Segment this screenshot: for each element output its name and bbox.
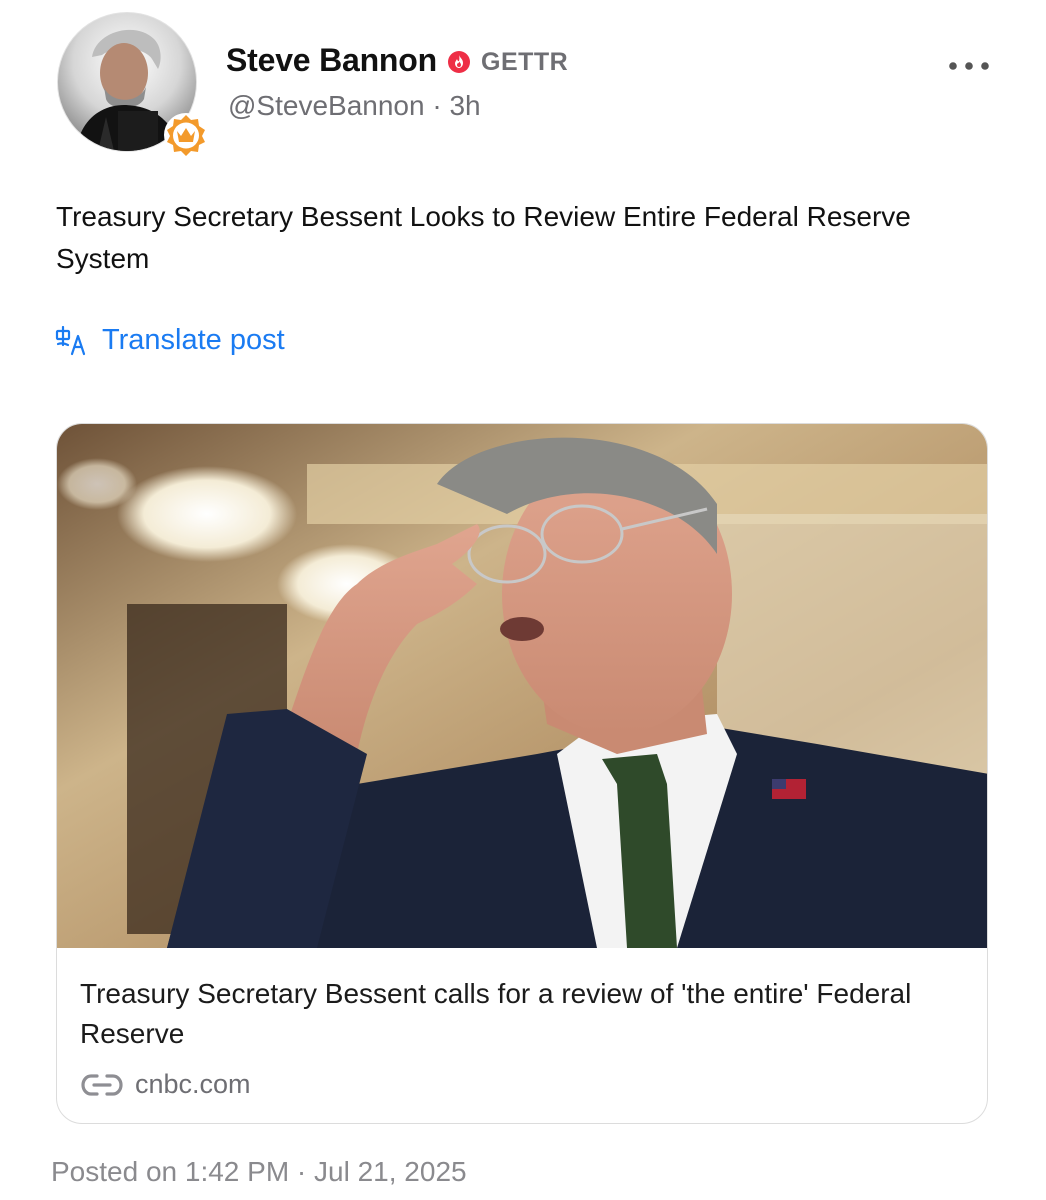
handle-line: @SteveBannon · 3h (228, 90, 481, 122)
author-handle[interactable]: @SteveBannon (228, 90, 425, 121)
article-photo (57, 424, 987, 948)
link-card-domain: cnbc.com (135, 1069, 251, 1099)
link-icon (81, 1073, 123, 1096)
author-name[interactable]: Steve Bannon (226, 42, 437, 79)
verified-flame-icon (448, 51, 470, 73)
separator: · (432, 90, 442, 121)
post-age: 3h (449, 90, 481, 121)
author-avatar-wrap[interactable] (58, 13, 208, 157)
link-card-title[interactable]: Treasury Secretary Bessent calls for a r… (80, 974, 960, 1054)
posted-timestamp: Posted on 1:42 PM · Jul 21, 2025 (51, 1156, 467, 1187)
link-preview-card[interactable]: Treasury Secretary Bessent calls for a r… (56, 423, 988, 1124)
crown-badge-icon (164, 113, 208, 157)
platform-tag: GETTR (481, 48, 569, 76)
translate-post-button[interactable]: Translate post (54, 324, 285, 357)
link-card-domain-row: cnbc.com (81, 1069, 251, 1100)
translate-post-label: Translate post (102, 324, 285, 356)
post-text: Treasury Secretary Bessent Looks to Revi… (56, 201, 911, 274)
more-horizontal-icon[interactable] (945, 52, 993, 80)
translate-icon (55, 325, 86, 355)
